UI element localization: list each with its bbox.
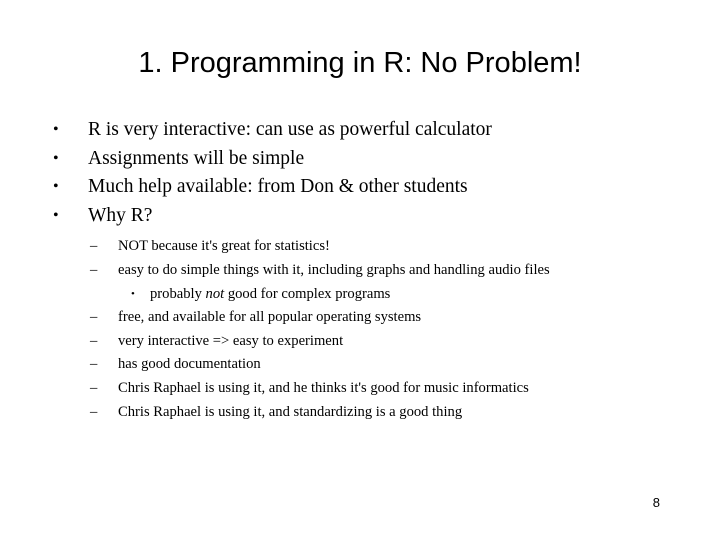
list-item-label: Assignments will be simple — [88, 147, 305, 169]
bullet-dot-icon: • — [53, 178, 59, 196]
slide-page-number: 8 — [652, 495, 660, 510]
list-item-label: Chris Raphael is using it, and standardi… — [118, 403, 463, 420]
list-item: – NOT because it's great for statistics! — [0, 235, 720, 259]
list-item-label: easy to do simple things with it, includ… — [118, 261, 550, 278]
list-item-emphasis: not — [205, 285, 225, 302]
list-item: – Chris Raphael is using it, and he thin… — [0, 377, 720, 401]
list-item-text-before: probably — [150, 285, 206, 302]
bullet-dot-icon: • — [53, 149, 59, 167]
list-item-label: has good documentation — [118, 356, 261, 373]
list-item-label: free, and available for all popular oper… — [118, 309, 422, 326]
list-item-label: R is very interactive: can use as powerf… — [88, 119, 492, 140]
bullet-dot-icon: • — [53, 121, 59, 138]
bullet-dash-icon: – — [90, 261, 98, 278]
list-item-text-after: good for complex programs — [224, 285, 391, 302]
list-item: – Chris Raphael is using it, and standar… — [0, 401, 720, 425]
list-item: • Why R? — [0, 202, 720, 231]
list-item-label: probably not good for complex programs — [150, 286, 390, 302]
page-title: 1. Programming in R: No Problem! — [138, 47, 582, 79]
bullet-dash-icon: – — [90, 403, 98, 420]
list-item: • R is very interactive: can use as powe… — [0, 116, 720, 145]
bullet-dot-small-icon: • — [131, 287, 135, 300]
bullet-dash-icon: – — [90, 379, 98, 396]
list-item-label: Chris Raphael is using it, and he thinks… — [118, 379, 529, 396]
bullet-dash-icon: – — [90, 238, 98, 255]
presentation-slide: 1. Programming in R: No Problem! • R is … — [0, 0, 720, 540]
list-item: • Assignments will be simple — [0, 145, 720, 174]
list-item-label: Why R? — [88, 204, 153, 226]
list-item: • Much help available: from Don & other … — [0, 173, 720, 202]
slide-body-content: • R is very interactive: can use as powe… — [0, 116, 720, 424]
bullet-dash-icon: – — [90, 309, 98, 326]
list-item: – very interactive => easy to experiment — [0, 330, 720, 354]
list-item: – has good documentation — [0, 353, 720, 377]
bullet-dash-icon: – — [90, 356, 98, 373]
list-item: – easy to do simple things with it, incl… — [0, 259, 720, 283]
list-item-label: NOT because it's great for statistics! — [118, 238, 330, 255]
list-item: • probably not good for complex programs — [0, 283, 720, 307]
bullet-dot-icon: • — [53, 206, 59, 224]
list-item: – free, and available for all popular op… — [0, 306, 720, 330]
list-item-label: Much help available: from Don & other st… — [88, 176, 468, 198]
list-item-label: very interactive => easy to experiment — [118, 332, 344, 349]
bullet-dash-icon: – — [90, 332, 98, 349]
